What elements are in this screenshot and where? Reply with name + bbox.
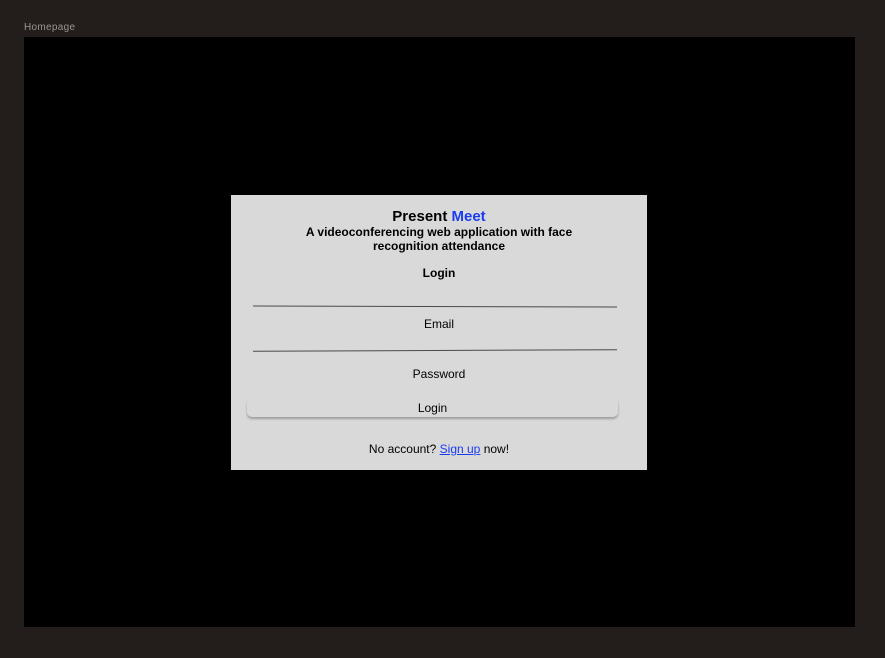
login-card: Present Meet A videoconferencing web app… xyxy=(231,195,647,470)
signup-prompt: No account? Sign up now! xyxy=(231,442,647,456)
email-field[interactable] xyxy=(253,287,617,305)
signup-suffix: now! xyxy=(483,442,510,456)
password-field[interactable] xyxy=(253,331,617,349)
password-label: Password xyxy=(412,367,466,381)
app-title-accent: Meet xyxy=(451,208,486,225)
email-underline xyxy=(252,305,618,308)
app-title-prefix: Present xyxy=(392,208,448,225)
app-title: Present Meet xyxy=(231,208,647,226)
login-heading: Login xyxy=(422,266,456,280)
password-underline xyxy=(252,349,618,352)
homepage-frame: Present Meet A videoconferencing web app… xyxy=(24,37,855,627)
signup-prefix: No account? xyxy=(368,442,437,456)
app-subtitle: A videoconferencing web application with… xyxy=(305,225,573,253)
login-button[interactable]: Login xyxy=(247,398,618,417)
frame-label: Homepage xyxy=(24,22,76,33)
email-label: Email xyxy=(423,317,454,331)
signup-link[interactable]: Sign up xyxy=(440,442,481,456)
